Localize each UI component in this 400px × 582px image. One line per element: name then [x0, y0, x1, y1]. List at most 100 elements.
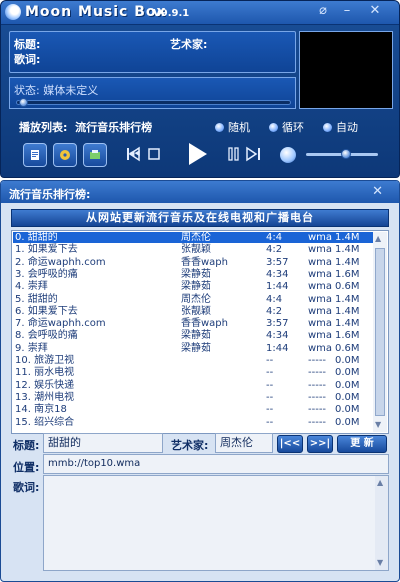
settings-button[interactable] — [83, 143, 107, 167]
track-row[interactable]: 1. 如果爱下去 张靓颖 4:2 wma 1.4M — [13, 244, 373, 255]
scroll-up-icon[interactable]: ▲ — [375, 234, 381, 243]
update-header-bar[interactable]: 从网站更新流行音乐及在线电视和广播电台 — [11, 209, 389, 227]
track-row[interactable]: 15. 绍兴综合 -- ----- 0.0M — [13, 417, 373, 428]
scroll-thumb[interactable] — [375, 248, 385, 416]
mode-loop[interactable]: 循环 — [269, 119, 304, 135]
pause-next-controls — [228, 146, 260, 162]
play-button[interactable] — [187, 142, 209, 166]
volume-slider[interactable] — [306, 149, 378, 159]
track-artist: 周杰伦 — [181, 293, 211, 305]
lyrics-scrollbar[interactable]: ▲ ▼ — [375, 476, 388, 570]
radio-dot-icon — [215, 123, 224, 132]
track-name: 15. 绍兴综合 — [15, 416, 75, 428]
track-row[interactable]: 11. 丽水电视 -- ----- 0.0M — [13, 367, 373, 378]
previous-track-button[interactable]: |<< — [277, 435, 303, 453]
track-row[interactable]: 8. 会呼吸的痛 梁静茹 4:34 wma 1.6M — [13, 330, 373, 341]
track-info-panel: 标题: 艺术家: 歌词: — [9, 31, 296, 73]
track-duration: 1:44 — [266, 281, 289, 293]
track-name: 11. 丽水电视 — [15, 367, 75, 379]
track-row[interactable]: 10. 旅游卫视 -- ----- 0.0M — [13, 355, 373, 366]
track-duration: -- — [266, 391, 274, 403]
track-size: 1.4M — [335, 256, 360, 268]
pause-icon[interactable] — [228, 147, 233, 161]
track-name: 3. 会呼吸的痛 — [15, 268, 78, 280]
prev-stop-controls — [127, 146, 160, 162]
track-row[interactable]: 6. 如果爱下去 张靓颖 4:2 wma 1.4M — [13, 306, 373, 317]
track-size: 1.4M — [335, 305, 360, 317]
bottom-artist-label: 艺术家: — [171, 439, 209, 452]
progress-thumb[interactable] — [18, 98, 28, 107]
track-duration: -- — [266, 355, 274, 366]
track-size: 1.4M — [335, 244, 360, 256]
track-row[interactable]: 14. 南京18 -- ----- 0.0M — [13, 404, 373, 415]
volume-icon[interactable] — [280, 147, 296, 163]
track-format: ----- — [308, 391, 327, 403]
track-row[interactable]: 3. 会呼吸的痛 梁静茹 4:34 wma 1.6M — [13, 269, 373, 280]
video-display — [299, 31, 393, 109]
track-row[interactable]: 0. 甜甜的 周杰伦 4:4 wma 1.4M — [13, 232, 373, 243]
track-row[interactable]: 4. 崇拜 梁静茹 1:44 wma 0.6M — [13, 281, 373, 292]
location-field[interactable]: mmb://top10.wma — [43, 454, 389, 474]
prev-arrow-icon — [128, 146, 140, 162]
track-size: 0.0M — [335, 416, 360, 428]
next-icon[interactable] — [246, 146, 258, 162]
lyrics-scroll-down-icon[interactable]: ▼ — [377, 558, 383, 567]
close-button[interactable]: ✕ — [365, 3, 385, 19]
track-format: ----- — [308, 416, 327, 428]
track-row[interactable]: 12. 娱乐快递 -- ----- 0.0M — [13, 380, 373, 391]
open-file-button[interactable] — [23, 143, 47, 167]
track-size: 1.6M — [335, 268, 360, 280]
skin-icon[interactable]: ⌀ — [313, 3, 333, 19]
app-title: Moon Music Box — [25, 4, 167, 20]
track-duration: 4:34 — [266, 330, 289, 342]
tools-icon — [90, 150, 100, 159]
status-panel: 状态: 媒体未定义 — [9, 77, 296, 109]
volume-thumb[interactable] — [340, 149, 351, 159]
status-value: 媒体未定义 — [43, 84, 99, 97]
playlist-window: 流行音乐排行榜: ✕ 从网站更新流行音乐及在线电视和广播电台 0. 甜甜的 周杰伦… — [0, 180, 400, 582]
moon-logo-icon — [5, 4, 21, 20]
track-size: 0.0M — [335, 391, 360, 403]
artist-field[interactable]: 周杰伦 — [215, 433, 273, 453]
track-name: 0. 甜甜的 — [15, 232, 58, 243]
artist-label: 艺术家: — [170, 38, 208, 51]
mode-random[interactable]: 随机 — [215, 119, 250, 135]
title-field[interactable]: 甜甜的 — [43, 433, 163, 453]
lyrics-scroll-up-icon[interactable]: ▲ — [377, 478, 383, 487]
progress-bar[interactable] — [16, 98, 291, 107]
track-artist: 张靓颖 — [181, 244, 211, 256]
track-name: 1. 如果爱下去 — [15, 244, 78, 256]
track-row[interactable]: 7. 命运waphh.com 香香waph 3:57 wma 1.4M — [13, 318, 373, 329]
disc-button[interactable] — [53, 143, 77, 167]
disc-icon — [60, 150, 70, 160]
lyrics-area[interactable]: ▲ ▼ — [43, 475, 389, 571]
track-row[interactable]: 2. 命运waphh.com 香香waph 3:57 wma 1.4M — [13, 257, 373, 268]
track-list-scrollbar[interactable]: ▲ ▼ — [373, 232, 387, 432]
track-duration: -- — [266, 367, 274, 379]
track-duration: 4:34 — [266, 268, 289, 280]
track-size: 1.4M — [335, 318, 360, 330]
playlist-close-icon[interactable]: ✕ — [372, 184, 383, 199]
track-row[interactable]: 9. 崇拜 梁静茹 1:44 wma 0.6M — [13, 343, 373, 354]
playlist-titlebar[interactable]: 流行音乐排行榜: ✕ — [1, 181, 399, 203]
track-format: ----- — [308, 379, 327, 391]
track-duration: 4:2 — [266, 244, 283, 256]
track-size: 0.0M — [335, 367, 360, 379]
minimize-button[interactable]: – — [337, 3, 357, 19]
track-row[interactable]: 13. 潮州电视 -- ----- 0.0M — [13, 392, 373, 403]
playlist-title: 流行音乐排行榜: — [9, 188, 91, 201]
track-name: 8. 会呼吸的痛 — [15, 330, 78, 342]
playlist-label: 播放列表: 流行音乐排行榜 — [19, 121, 153, 134]
player-titlebar[interactable]: Moon Music Box V9.9.1 ⌀ – ✕ — [1, 1, 399, 25]
next-track-button[interactable]: >>| — [307, 435, 333, 453]
track-size: 0.0M — [335, 404, 360, 416]
stop-icon[interactable] — [148, 148, 160, 160]
mode-auto[interactable]: 自动 — [323, 119, 358, 135]
track-list[interactable]: 0. 甜甜的 周杰伦 4:4 wma 1.4M 1. 如果爱下去 张靓颖 4:2 wma 1.4M… — [11, 230, 389, 434]
scroll-down-icon[interactable]: ▼ — [375, 420, 381, 429]
status-text: 状态: 媒体未定义 — [14, 84, 99, 97]
track-row[interactable]: 5. 甜甜的 周杰伦 4:4 wma 1.4M — [13, 294, 373, 305]
update-button[interactable]: 更 新 — [337, 435, 387, 453]
track-size: 1.4M — [335, 232, 360, 243]
bottom-title-label: 标题: — [13, 439, 40, 452]
